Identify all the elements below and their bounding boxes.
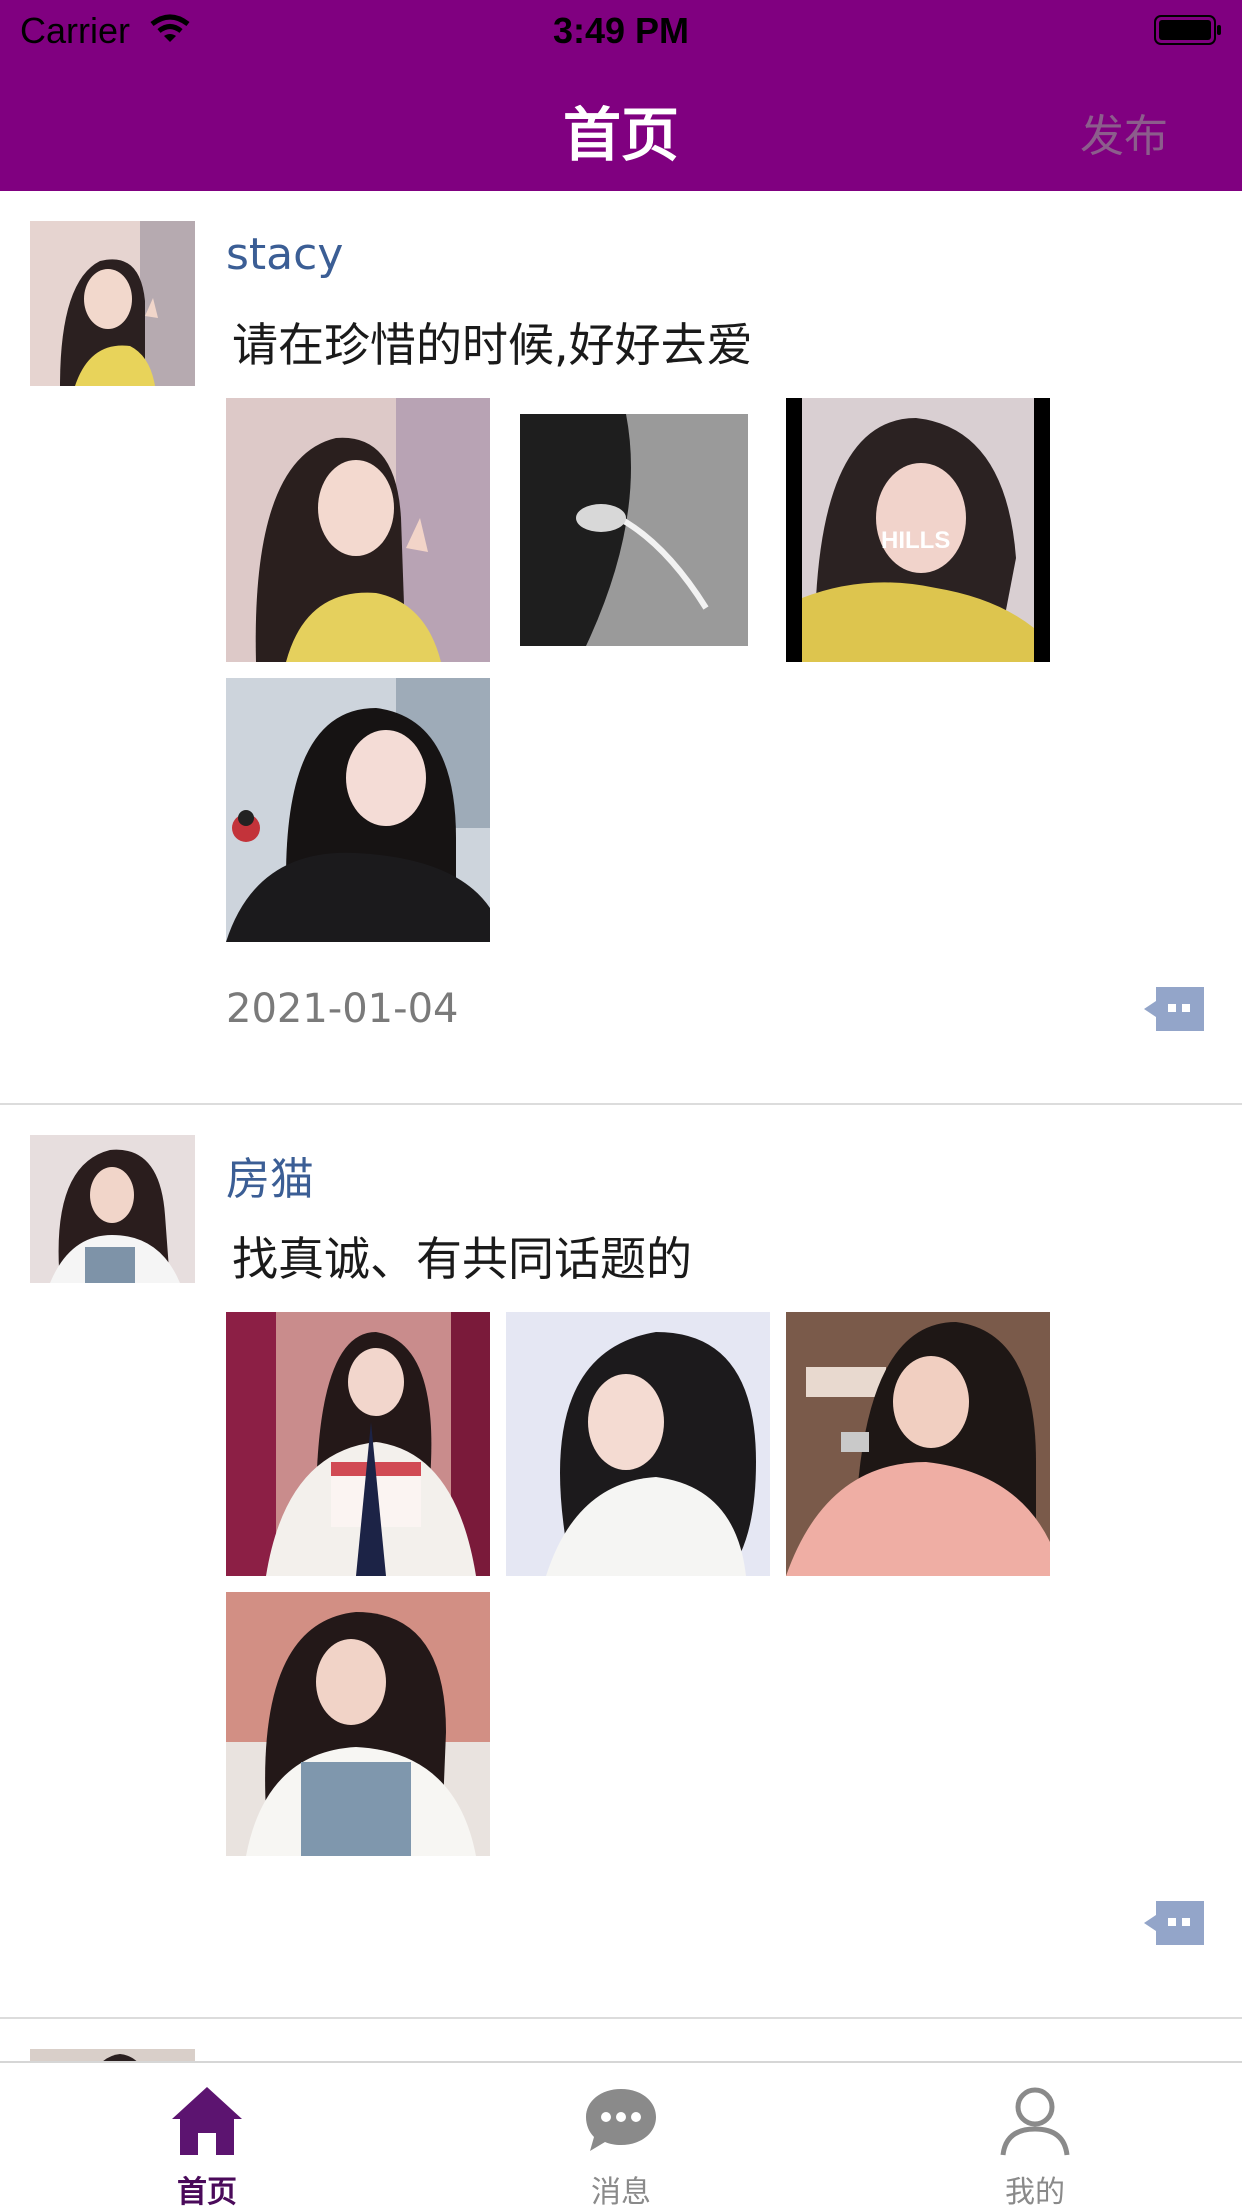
avatar[interactable] (30, 221, 195, 386)
chat-icon (586, 2089, 656, 2151)
tab-messages[interactable]: 消息 (414, 2063, 828, 2210)
feed-post: 房猫 找真诚、有共同话题的 (0, 1105, 1242, 2019)
post-text: 找真诚、有共同话题的 (232, 1232, 692, 1286)
post-photo[interactable] (226, 1592, 490, 1856)
tab-label: 首页 (177, 2175, 237, 2210)
tab-label: 我的 (1005, 2175, 1065, 2210)
status-time: 3:49 PM (552, 10, 690, 51)
page-title: 首页 (562, 101, 679, 169)
tab-home[interactable]: 首页 (0, 2063, 414, 2210)
feed-list[interactable]: stacy 请在珍惜的时候,好好去爱 HILLS 2021-01-04 房猫 找… (0, 191, 1242, 2061)
avatar[interactable] (30, 1135, 195, 1283)
post-photo[interactable] (786, 1312, 1050, 1576)
comment-icon[interactable] (1144, 987, 1204, 1031)
post-text: 请在珍惜的时候,好好去爱 (232, 318, 753, 372)
post-date: 2021-01-04 (226, 986, 459, 1032)
post-username[interactable]: stacy (226, 229, 343, 280)
status-bar: Carrier 3:49 PM (0, 0, 1242, 62)
post-photo[interactable] (226, 678, 490, 942)
home-icon (172, 2087, 242, 2155)
post-photo[interactable] (506, 1312, 770, 1576)
avatar[interactable] (30, 2049, 195, 2061)
navigation-header: Carrier 3:49 PM 首页 发布 (0, 0, 1242, 191)
user-icon (1000, 2087, 1070, 2156)
feed-post (0, 2019, 1242, 2061)
post-photo[interactable] (506, 398, 770, 662)
post-photo[interactable]: HILLS (786, 398, 1050, 662)
battery-icon (1154, 15, 1221, 45)
svg-text:HILLS: HILLS (881, 527, 950, 554)
post-username[interactable]: 房猫 (226, 1143, 314, 1207)
tab-label: 消息 (591, 2175, 651, 2210)
post-photo[interactable] (226, 398, 490, 662)
tab-bar: 首页 消息 我的 (0, 2061, 1242, 2210)
feed-post: stacy 请在珍惜的时候,好好去爱 HILLS 2021-01-04 (0, 191, 1242, 1105)
tab-profile[interactable]: 我的 (828, 2063, 1242, 2210)
post-photo[interactable] (226, 1312, 490, 1576)
publish-button[interactable]: 发布 (1080, 100, 1168, 164)
comment-icon[interactable] (1144, 1901, 1204, 1945)
